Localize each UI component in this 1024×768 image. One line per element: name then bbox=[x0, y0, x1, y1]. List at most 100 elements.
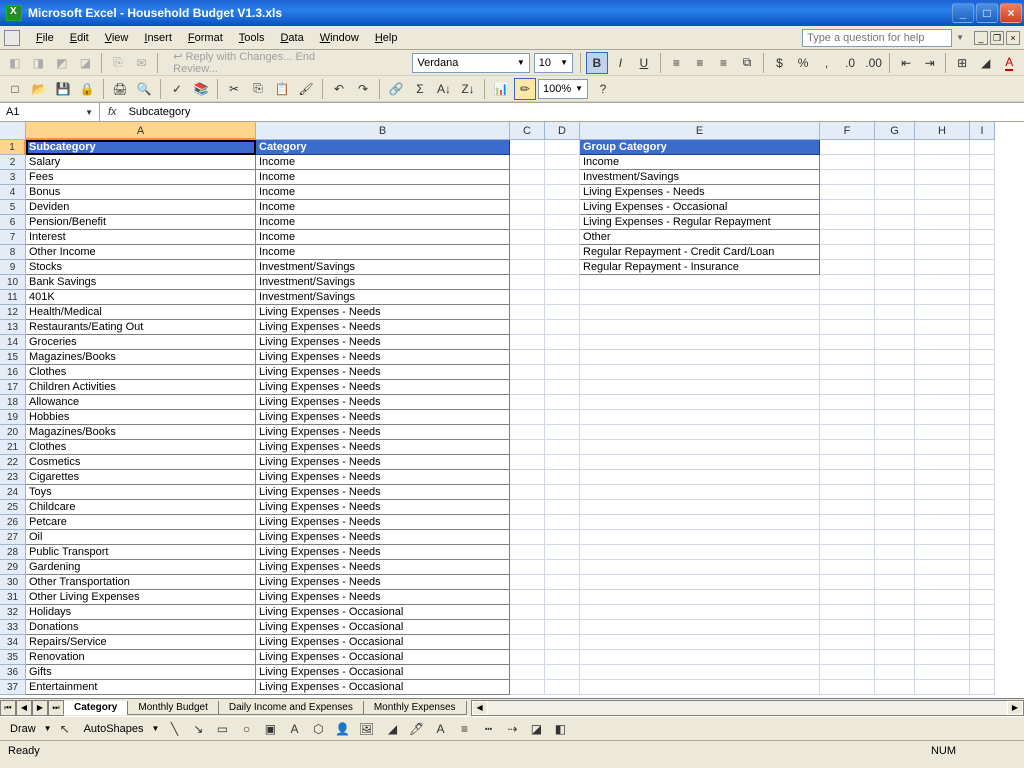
cell-B7[interactable]: Income bbox=[256, 230, 510, 245]
cell-E13[interactable] bbox=[580, 320, 820, 335]
col-header-A[interactable]: A bbox=[26, 122, 256, 140]
cell-B34[interactable]: Living Expenses - Occasional bbox=[256, 635, 510, 650]
col-header-H[interactable]: H bbox=[915, 122, 970, 140]
cell-I13[interactable] bbox=[970, 320, 995, 335]
cell-A33[interactable]: Donations bbox=[26, 620, 256, 635]
picture-button[interactable]: 🖼 bbox=[355, 718, 377, 740]
cell-A26[interactable]: Petcare bbox=[26, 515, 256, 530]
cell-C27[interactable] bbox=[510, 530, 545, 545]
cell-D26[interactable] bbox=[545, 515, 580, 530]
cell-I6[interactable] bbox=[970, 215, 995, 230]
cell-I3[interactable] bbox=[970, 170, 995, 185]
cell-E9[interactable]: Regular Repayment - Insurance bbox=[580, 260, 820, 275]
sheet-tab-daily-income-and-expenses[interactable]: Daily Income and Expenses bbox=[218, 701, 364, 715]
cell-H36[interactable] bbox=[915, 665, 970, 680]
cell-D6[interactable] bbox=[545, 215, 580, 230]
cell-B36[interactable]: Living Expenses - Occasional bbox=[256, 665, 510, 680]
row-header-23[interactable]: 23 bbox=[0, 470, 26, 485]
draw-menu[interactable]: Draw bbox=[4, 723, 42, 735]
cell-I23[interactable] bbox=[970, 470, 995, 485]
font-color-button[interactable]: A bbox=[999, 52, 1021, 74]
cell-B28[interactable]: Living Expenses - Needs bbox=[256, 545, 510, 560]
cell-G26[interactable] bbox=[875, 515, 915, 530]
percent-button[interactable]: % bbox=[792, 52, 814, 74]
cell-G29[interactable] bbox=[875, 560, 915, 575]
cell-A1[interactable]: Subcategory bbox=[26, 140, 256, 155]
cell-G7[interactable] bbox=[875, 230, 915, 245]
cell-B13[interactable]: Living Expenses - Needs bbox=[256, 320, 510, 335]
cell-I2[interactable] bbox=[970, 155, 995, 170]
cell-A7[interactable]: Interest bbox=[26, 230, 256, 245]
toolbar-button[interactable]: ◩ bbox=[51, 52, 73, 74]
cell-I17[interactable] bbox=[970, 380, 995, 395]
col-header-I[interactable]: I bbox=[970, 122, 995, 140]
row-header-14[interactable]: 14 bbox=[0, 335, 26, 350]
cell-F35[interactable] bbox=[820, 650, 875, 665]
oval-button[interactable]: ○ bbox=[235, 718, 257, 740]
cell-F14[interactable] bbox=[820, 335, 875, 350]
cell-G36[interactable] bbox=[875, 665, 915, 680]
cell-G3[interactable] bbox=[875, 170, 915, 185]
arrow-button[interactable]: ↘ bbox=[187, 718, 209, 740]
cell-D20[interactable] bbox=[545, 425, 580, 440]
cell-D3[interactable] bbox=[545, 170, 580, 185]
cell-G32[interactable] bbox=[875, 605, 915, 620]
cell-C34[interactable] bbox=[510, 635, 545, 650]
autoshapes-dropdown-icon[interactable]: ▼ bbox=[152, 724, 160, 733]
cell-F23[interactable] bbox=[820, 470, 875, 485]
cell-C3[interactable] bbox=[510, 170, 545, 185]
cell-G25[interactable] bbox=[875, 500, 915, 515]
cell-F20[interactable] bbox=[820, 425, 875, 440]
cell-D18[interactable] bbox=[545, 395, 580, 410]
cell-A34[interactable]: Repairs/Service bbox=[26, 635, 256, 650]
cell-F17[interactable] bbox=[820, 380, 875, 395]
cell-F19[interactable] bbox=[820, 410, 875, 425]
cell-G22[interactable] bbox=[875, 455, 915, 470]
cell-B22[interactable]: Living Expenses - Needs bbox=[256, 455, 510, 470]
cell-A32[interactable]: Holidays bbox=[26, 605, 256, 620]
italic-button[interactable]: I bbox=[610, 52, 632, 74]
cell-I19[interactable] bbox=[970, 410, 995, 425]
row-header-6[interactable]: 6 bbox=[0, 215, 26, 230]
cell-H13[interactable] bbox=[915, 320, 970, 335]
cell-G1[interactable] bbox=[875, 140, 915, 155]
cell-F4[interactable] bbox=[820, 185, 875, 200]
row-header-3[interactable]: 3 bbox=[0, 170, 26, 185]
cell-H5[interactable] bbox=[915, 200, 970, 215]
cell-E30[interactable] bbox=[580, 575, 820, 590]
cell-B29[interactable]: Living Expenses - Needs bbox=[256, 560, 510, 575]
menu-window[interactable]: Window bbox=[312, 30, 367, 46]
cell-I24[interactable] bbox=[970, 485, 995, 500]
cell-G11[interactable] bbox=[875, 290, 915, 305]
toolbar-button[interactable]: ✉ bbox=[131, 52, 153, 74]
cell-E37[interactable] bbox=[580, 680, 820, 695]
cell-H11[interactable] bbox=[915, 290, 970, 305]
mdi-close-button[interactable]: × bbox=[1006, 31, 1020, 45]
menu-format[interactable]: Format bbox=[180, 30, 231, 46]
cell-C29[interactable] bbox=[510, 560, 545, 575]
cell-E12[interactable] bbox=[580, 305, 820, 320]
cell-D30[interactable] bbox=[545, 575, 580, 590]
line-style-button[interactable]: ≡ bbox=[453, 718, 475, 740]
cell-A14[interactable]: Groceries bbox=[26, 335, 256, 350]
cell-A25[interactable]: Childcare bbox=[26, 500, 256, 515]
diagram-button[interactable]: ⬡ bbox=[307, 718, 329, 740]
cell-E7[interactable]: Other bbox=[580, 230, 820, 245]
row-header-13[interactable]: 13 bbox=[0, 320, 26, 335]
cell-A16[interactable]: Clothes bbox=[26, 365, 256, 380]
cell-E35[interactable] bbox=[580, 650, 820, 665]
cell-I18[interactable] bbox=[970, 395, 995, 410]
tab-prev-button[interactable]: ◀ bbox=[16, 700, 32, 716]
cell-C35[interactable] bbox=[510, 650, 545, 665]
minimize-button[interactable]: _ bbox=[952, 3, 974, 23]
cell-H24[interactable] bbox=[915, 485, 970, 500]
toolbar-button[interactable]: ◨ bbox=[28, 52, 50, 74]
row-header-10[interactable]: 10 bbox=[0, 275, 26, 290]
cell-F9[interactable] bbox=[820, 260, 875, 275]
col-header-C[interactable]: C bbox=[510, 122, 545, 140]
select-objects-button[interactable]: ↖ bbox=[54, 718, 76, 740]
cell-D33[interactable] bbox=[545, 620, 580, 635]
textbox-button[interactable]: ▣ bbox=[259, 718, 281, 740]
cell-E19[interactable] bbox=[580, 410, 820, 425]
cell-G14[interactable] bbox=[875, 335, 915, 350]
